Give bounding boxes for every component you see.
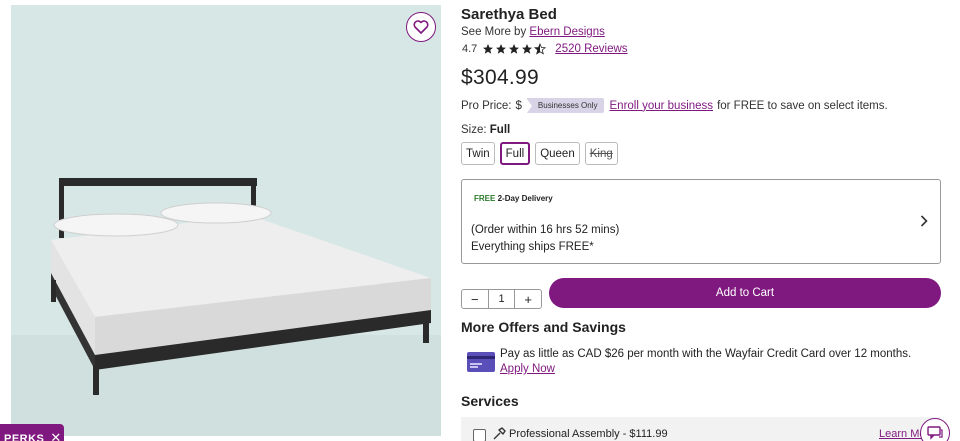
credit-offer-text: Pay as little as CAD $26 per month with …	[500, 348, 912, 360]
delivery-speed: 2-Day Delivery	[497, 194, 553, 203]
assembly-checkbox[interactable]	[473, 429, 486, 441]
star-icon	[496, 44, 507, 54]
perks-label: PERKS	[4, 433, 45, 441]
add-to-cart-button[interactable]: Add to Cart	[549, 278, 941, 308]
quantity-decrease-button[interactable]: −	[462, 290, 488, 308]
rating-score: 4.7	[462, 43, 478, 55]
product-price: $304.99	[461, 66, 540, 89]
reviews-link[interactable]: 2520 Reviews	[555, 43, 627, 55]
pro-price-label: Pro Price:	[461, 99, 512, 112]
service-assembly-row: Professional Assembly - $111.99 Learn Mo…	[461, 417, 941, 441]
pro-price-note: for FREE to save on select items.	[717, 99, 888, 112]
order-within: (Order within 16 hrs 52 mins)	[471, 224, 620, 236]
perks-tab[interactable]: PERKS ✕	[0, 424, 64, 441]
size-option-twin[interactable]: Twin	[461, 142, 495, 165]
star-icon	[522, 44, 533, 54]
size-options: Twin Full Queen King	[461, 142, 618, 165]
heart-icon	[413, 20, 429, 34]
rating-row: 4.7 2520 Reviews	[462, 43, 628, 55]
close-icon[interactable]: ✕	[50, 431, 61, 441]
size-label: Size: Full	[461, 124, 510, 136]
see-more-prefix: See More by	[461, 26, 527, 38]
enroll-business-link[interactable]: Enroll your business	[610, 100, 714, 112]
chat-button[interactable]	[920, 418, 950, 441]
brand-line: See More by Ebern Designs	[461, 26, 605, 38]
credit-card-icon	[467, 352, 495, 372]
product-title: Sarethya Bed	[461, 6, 557, 23]
chat-icon	[927, 426, 943, 440]
star-icon	[509, 44, 520, 54]
delivery-badge: FREE 2-Day Delivery	[474, 194, 553, 203]
services-title: Services	[461, 393, 519, 409]
pro-price-value: $	[515, 99, 522, 112]
favorite-button[interactable]	[406, 12, 436, 42]
delivery-free: FREE	[474, 194, 496, 203]
quantity-increase-button[interactable]: +	[515, 290, 541, 308]
apply-now-link[interactable]: Apply Now	[500, 363, 555, 375]
half-star-icon	[534, 43, 547, 55]
star-rating	[482, 43, 547, 55]
ships-free: Everything ships FREE*	[471, 241, 594, 253]
assembly-label: Professional Assembly - $111.99	[509, 428, 668, 440]
quantity-stepper: − 1 +	[461, 289, 542, 309]
size-label-text: Size:	[461, 124, 487, 136]
quantity-input[interactable]: 1	[487, 290, 516, 308]
pro-price-row: Pro Price: $ Businesses Only Enroll your…	[461, 98, 888, 114]
bed-illustration	[11, 5, 441, 436]
size-option-queen[interactable]: Queen	[535, 142, 580, 165]
delivery-box[interactable]: FREE 2-Day Delivery (Order within 16 hrs…	[461, 179, 941, 264]
size-option-full[interactable]: Full	[499, 142, 531, 165]
offers-title: More Offers and Savings	[461, 319, 626, 335]
chevron-right-icon	[920, 215, 928, 227]
tool-icon	[493, 427, 506, 440]
product-image[interactable]	[11, 5, 441, 436]
size-selected: Full	[489, 124, 511, 136]
star-icon	[483, 44, 494, 54]
brand-link[interactable]: Ebern Designs	[529, 26, 604, 38]
businesses-only-badge: Businesses Only	[525, 98, 604, 114]
size-option-king[interactable]: King	[584, 142, 618, 165]
